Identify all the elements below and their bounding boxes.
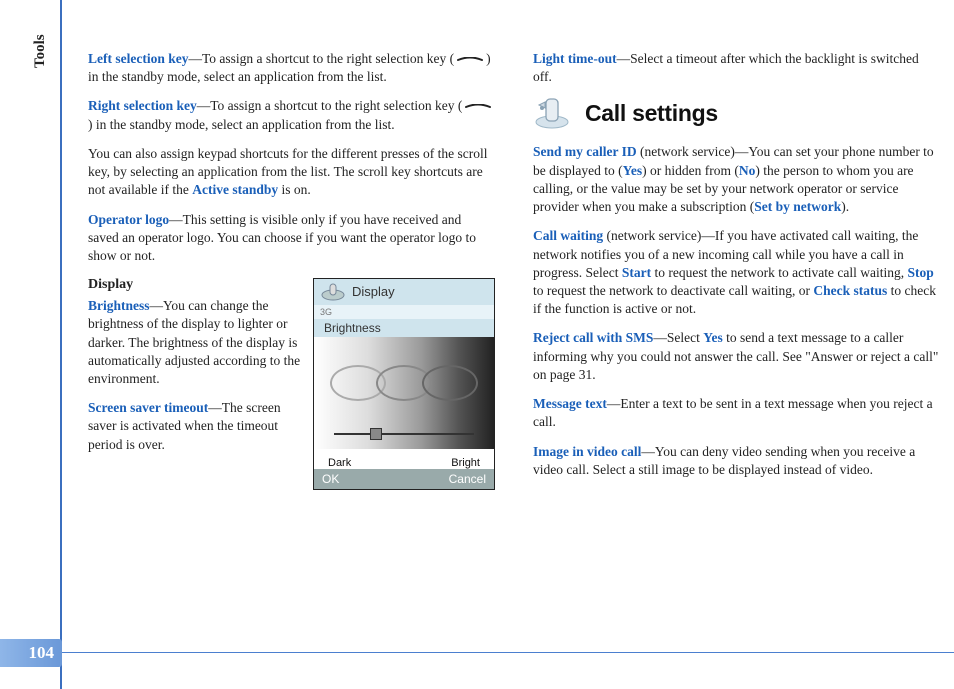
setting-keyword: Active standby	[192, 182, 278, 197]
setting-label: Operator logo	[88, 212, 169, 227]
display-section: Display 3G Brightness Dark Bright	[88, 276, 495, 490]
column-left: Left selection key—To assign a shortcut …	[88, 50, 495, 629]
text: to request the network to activate call …	[651, 265, 907, 280]
setting-label: Right selection key	[88, 98, 197, 113]
heading-call-settings: Call settings	[585, 98, 718, 129]
setting-option: Start	[622, 265, 651, 280]
slider-label-dark: Dark	[328, 456, 351, 471]
phone-settings-icon	[533, 97, 571, 129]
setting-option: Yes	[703, 330, 723, 345]
slider-labels: Dark Bright	[314, 449, 494, 469]
setting-option: Yes	[623, 163, 643, 178]
setting-option: Check status	[813, 283, 887, 298]
setting-label: Image in video call	[533, 444, 641, 459]
para-call-waiting: Call waiting (network service)—If you ha…	[533, 227, 940, 318]
display-icon	[320, 283, 346, 301]
setting-label: Brightness	[88, 298, 150, 313]
section-tab: Tools	[30, 34, 50, 68]
page-number: 104	[0, 639, 62, 667]
screenshot-status: 3G	[314, 305, 494, 319]
para-send-caller-id: Send my caller ID (network service)—You …	[533, 143, 940, 216]
screenshot-softkeys: OK Cancel	[314, 469, 494, 489]
slider-label-bright: Bright	[451, 456, 480, 471]
text: ) or hidden from (	[642, 163, 739, 178]
bottom-rule	[62, 652, 954, 654]
setting-label: Screen saver timeout	[88, 400, 208, 415]
setting-option: Set by network	[754, 199, 841, 214]
text: —To assign a shortcut to the right selec…	[197, 98, 463, 113]
screenshot-titlebar: Display	[314, 279, 494, 305]
para-light-timeout: Light time-out—Select a timeout after wh…	[533, 50, 940, 86]
text: is on.	[278, 182, 311, 197]
call-settings-heading: Call settings	[533, 97, 940, 129]
selection-key-icon	[456, 57, 484, 63]
brightness-slider-thumb	[370, 428, 382, 440]
para-left-selection-key: Left selection key—To assign a shortcut …	[88, 50, 495, 86]
setting-option: Stop	[908, 265, 934, 280]
screenshot-tab: Brightness	[314, 319, 494, 337]
text: ).	[841, 199, 849, 214]
ellipse-overlay	[422, 365, 478, 401]
screenshot-title: Display	[352, 283, 395, 301]
content-columns: Left selection key—To assign a shortcut …	[88, 50, 940, 629]
brightness-slider-track	[334, 433, 474, 435]
brightness-screenshot: Display 3G Brightness Dark Bright	[313, 278, 495, 490]
text: ) in the standby mode, select an applica…	[88, 117, 395, 132]
setting-label: Reject call with SMS	[533, 330, 653, 345]
para-operator-logo: Operator logo—This setting is visible on…	[88, 211, 495, 266]
setting-label: Light time-out	[533, 51, 617, 66]
para-right-selection-key: Right selection key—To assign a shortcut…	[88, 97, 495, 133]
text: —Select	[653, 330, 703, 345]
softkey-ok: OK	[322, 469, 339, 489]
setting-label: Call waiting	[533, 228, 603, 243]
column-right: Light time-out—Select a timeout after wh…	[533, 50, 940, 629]
selection-key-icon	[464, 104, 492, 110]
setting-label: Left selection key	[88, 51, 188, 66]
setting-label: Message text	[533, 396, 607, 411]
text: —To assign a shortcut to the right selec…	[188, 51, 454, 66]
setting-option: No	[739, 163, 756, 178]
para-image-video-call: Image in video call—You can deny video s…	[533, 443, 940, 479]
brightness-gradient	[314, 337, 494, 449]
softkey-cancel: Cancel	[449, 469, 486, 489]
para-reject-sms: Reject call with SMS—Select Yes to send …	[533, 329, 940, 384]
text: to request the network to deactivate cal…	[533, 283, 813, 298]
setting-label: Send my caller ID	[533, 144, 637, 159]
left-rule	[60, 0, 62, 689]
para-message-text: Message text—Enter a text to be sent in …	[533, 395, 940, 431]
para-scroll-key: You can also assign keypad shortcuts for…	[88, 145, 495, 200]
